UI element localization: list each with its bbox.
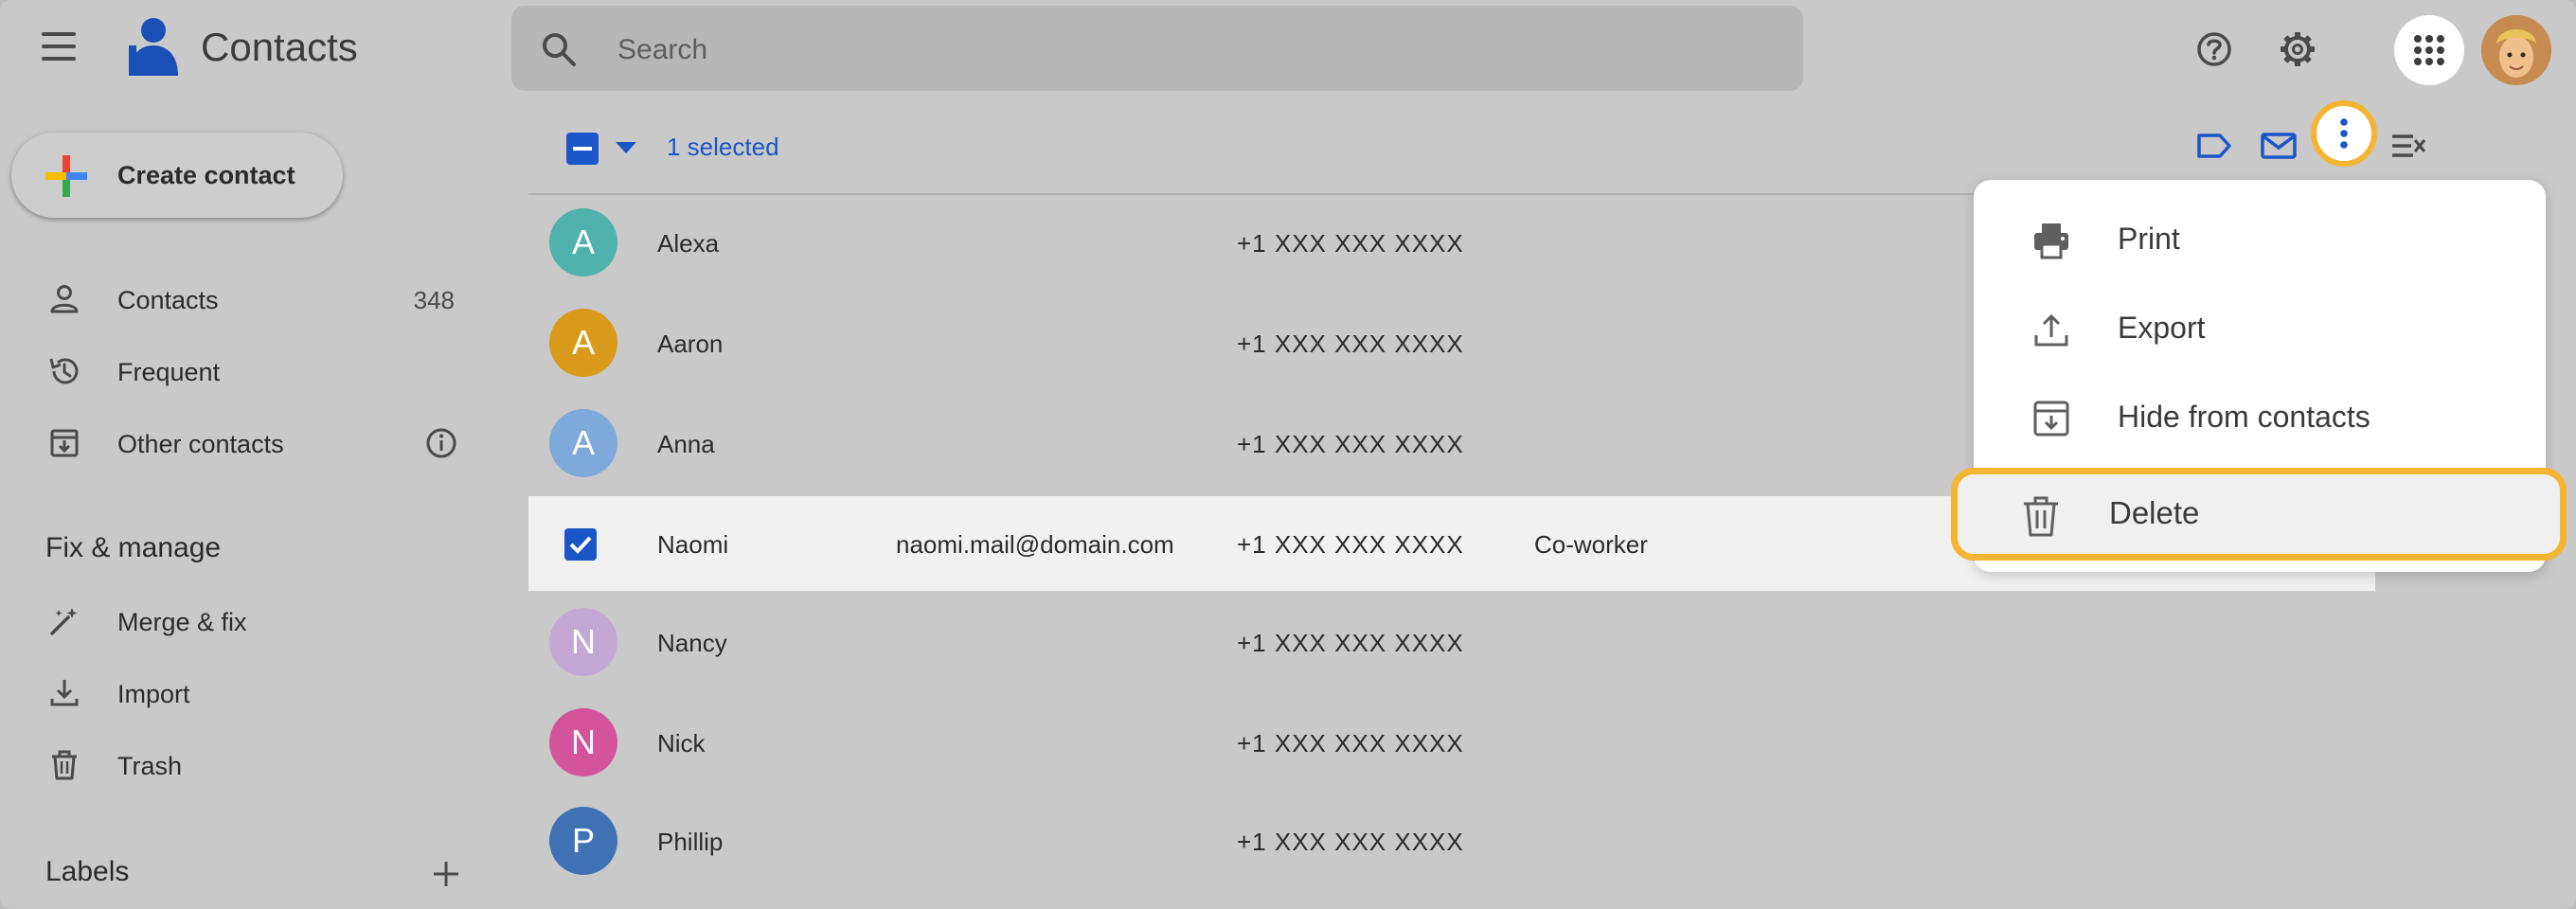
contact-row[interactable]: P Phillip +1 XXX XXX XXXX: [528, 793, 2375, 888]
contact-row[interactable]: N Nancy +1 XXX XXX XXXX: [528, 595, 2375, 689]
contact-avatar: P: [549, 807, 617, 875]
gear-icon[interactable]: [2275, 27, 2320, 72]
checkmark-icon: [569, 536, 592, 554]
menu-item-label: Hide from contacts: [2118, 400, 2370, 434]
contact-name: Aaron: [657, 330, 724, 358]
menu-item-delete[interactable]: Delete: [1951, 468, 2567, 561]
archive-in-icon: [2033, 401, 2069, 437]
archive-in-icon: [50, 429, 79, 457]
sidebar-item-trash[interactable]: Trash: [38, 737, 483, 793]
search-icon: [543, 33, 576, 66]
contact-avatar: A: [549, 409, 617, 477]
menu-item-hide-from-contacts[interactable]: Hide from contacts: [1974, 373, 2546, 462]
create-contact-label: Create contact: [117, 161, 295, 189]
sidebar-item-label: Import: [117, 680, 190, 708]
trash-icon: [52, 750, 77, 780]
contact-name: Nancy: [657, 629, 727, 657]
more-vert-icon: [2340, 118, 2348, 149]
main-menu-button[interactable]: [42, 32, 87, 66]
contact-avatar: N: [549, 708, 617, 776]
sidebar-item-other-contacts[interactable]: Other contacts: [38, 415, 483, 472]
contact-phone: +1 XXX XXX XXXX: [1237, 828, 1464, 856]
contact-phone: +1 XXX XXX XXXX: [1237, 729, 1464, 758]
label-icon[interactable]: [2193, 125, 2235, 167]
more-options-button[interactable]: [2311, 100, 2377, 167]
info-icon[interactable]: [424, 426, 458, 460]
person-icon: [50, 285, 79, 313]
mail-icon[interactable]: [2258, 125, 2299, 167]
search-bar[interactable]: Search: [511, 6, 1803, 91]
sidebar-item-contacts[interactable]: Contacts 348: [38, 271, 483, 328]
download-icon: [50, 680, 79, 706]
contact-phone: +1 XXX XXX XXXX: [1237, 430, 1464, 458]
sidebar-item-label: Merge & fix: [117, 608, 247, 636]
print-icon: [2034, 223, 2068, 259]
contact-label: Co-worker: [1534, 530, 1648, 559]
contact-row[interactable]: N Nick +1 XXX XXX XXXX: [528, 695, 2375, 790]
contacts-count: 348: [413, 286, 455, 314]
sidebar-item-label: Trash: [117, 752, 183, 780]
upload-icon: [2034, 313, 2068, 347]
sidebar-item-label: Contacts: [117, 286, 219, 314]
fix-manage-heading: Fix & manage: [45, 532, 222, 563]
contacts-logo-icon: [129, 18, 178, 76]
plus-icon: [45, 155, 87, 197]
labels-heading: Labels: [45, 856, 130, 887]
contact-avatar: A: [549, 309, 617, 377]
menu-item-label: Print: [2118, 222, 2180, 256]
user-avatar-icon: [2481, 15, 2551, 85]
trash-icon: [2024, 496, 2058, 537]
contact-avatar: A: [549, 208, 617, 276]
sidebar-item-label: Frequent: [117, 358, 221, 386]
select-all-checkbox[interactable]: [566, 133, 599, 165]
app-title: Contacts: [201, 25, 358, 69]
sidebar-item-import[interactable]: Import: [38, 665, 483, 722]
history-icon: [49, 358, 79, 384]
search-input[interactable]: Search: [617, 34, 707, 66]
contact-name: Phillip: [657, 828, 724, 856]
row-checkbox[interactable]: [564, 528, 597, 561]
magic-wand-icon: [50, 608, 78, 635]
sidebar-item-merge-fix[interactable]: Merge & fix: [38, 593, 483, 650]
contact-email: naomi.mail@domain.com: [896, 530, 1174, 559]
close-selection-icon[interactable]: [2388, 125, 2430, 167]
selection-count: 1 selected: [667, 133, 779, 161]
sidebar-item-frequent[interactable]: Frequent: [38, 343, 483, 400]
contact-phone: +1 XXX XXX XXXX: [1237, 330, 1464, 358]
create-contact-button[interactable]: Create contact: [11, 133, 343, 218]
menu-item-label: Delete: [2109, 495, 2200, 530]
apps-grid-button[interactable]: [2394, 15, 2464, 85]
contact-phone: +1 XXX XXX XXXX: [1237, 530, 1464, 559]
app-window: Contacts Search Create contact Contacts …: [0, 0, 2576, 909]
contact-phone: +1 XXX XXX XXXX: [1237, 629, 1464, 657]
help-icon[interactable]: [2191, 27, 2237, 72]
menu-item-label: Export: [2118, 311, 2206, 345]
contact-name: Nick: [657, 729, 706, 758]
apps-grid-icon: [2414, 35, 2444, 65]
contact-name: Anna: [657, 430, 715, 458]
menu-item-export[interactable]: Export: [1974, 284, 2546, 373]
add-label-icon[interactable]: [428, 856, 464, 892]
contact-name: Naomi: [657, 530, 729, 559]
chevron-down-icon[interactable]: [616, 142, 636, 153]
contact-name: Alexa: [657, 229, 720, 258]
menu-item-print[interactable]: Print: [1974, 195, 2546, 284]
contact-phone: +1 XXX XXX XXXX: [1237, 229, 1464, 258]
account-avatar[interactable]: [2481, 15, 2551, 85]
sidebar-item-label: Other contacts: [117, 430, 284, 458]
contact-avatar: N: [549, 608, 617, 676]
